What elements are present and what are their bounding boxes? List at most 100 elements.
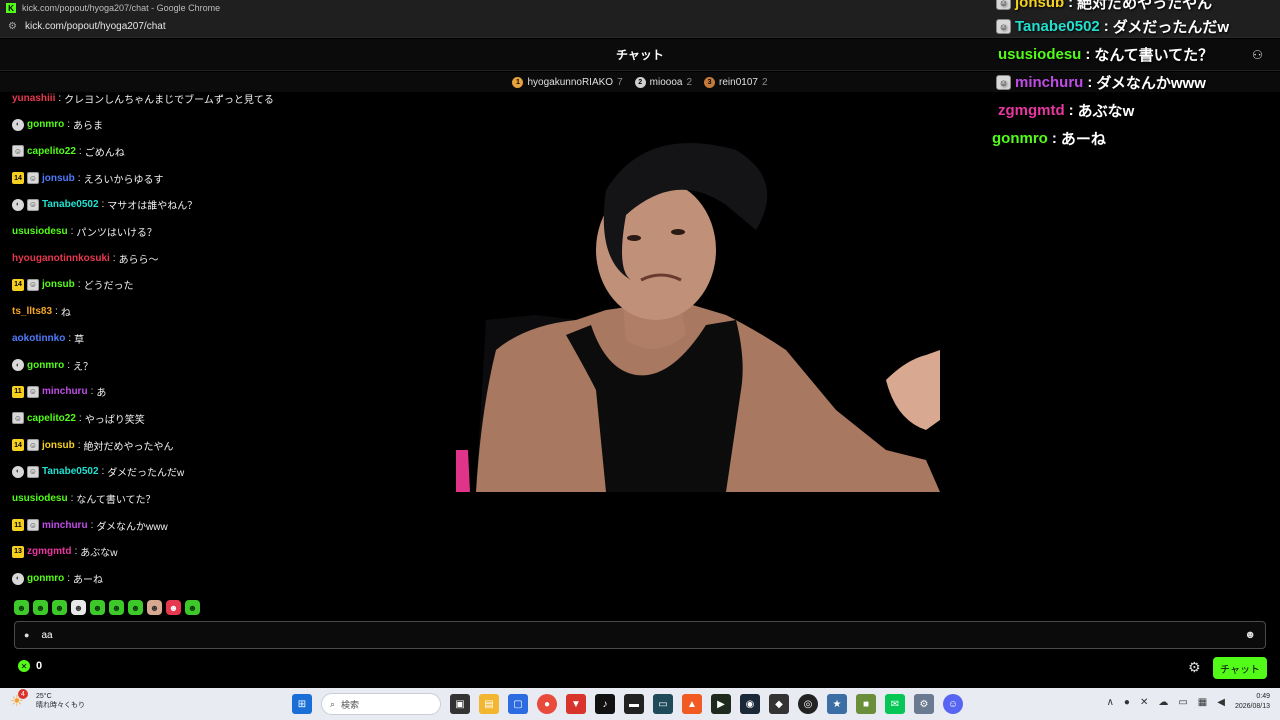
leaderboard-item[interactable]: 3 rein0107 2	[704, 76, 768, 88]
emote-icon[interactable]: ☻	[185, 600, 200, 615]
chat-username[interactable]: Tanabe0502	[42, 199, 99, 210]
shield-icon[interactable]: ●	[24, 630, 29, 640]
emote-bar[interactable]: ☻ ☻ ☻ ☻ ☻ ☻ ☻ ☻ ☻ ☻	[14, 600, 200, 615]
app-icon[interactable]: ▶	[711, 694, 731, 714]
user-settings-icon[interactable]: ⚇	[1252, 48, 1266, 62]
chat-username[interactable]: minchuru	[42, 386, 88, 397]
chat-message[interactable]: ususiodesu: パンツはいける？	[12, 224, 157, 240]
leaderboard-item[interactable]: 2 mioooa 2	[634, 76, 692, 88]
line-icon[interactable]: ✉	[885, 694, 905, 714]
file-explorer-icon[interactable]: ▤	[479, 694, 499, 714]
chat-username[interactable]: hyouganotinnkosuki	[12, 253, 110, 264]
chat-message[interactable]: 11 ☺ minchuru: あ	[12, 384, 106, 400]
chat-username[interactable]: jonsub	[42, 440, 75, 451]
chat-username[interactable]: yunashiii	[12, 93, 55, 104]
app-icon[interactable]: ▼	[566, 694, 586, 714]
brave-icon[interactable]: ▲	[682, 694, 702, 714]
volume-icon[interactable]: ◀	[1217, 697, 1225, 708]
app-icon[interactable]: ▭	[653, 694, 673, 714]
chat-message[interactable]: ☺ capelito22: やっぱり笑笑	[12, 410, 145, 426]
tiktok-icon[interactable]: ♪	[595, 694, 615, 714]
emoji-picker-icon[interactable]: ☻	[1244, 629, 1256, 641]
chat-message[interactable]: 13 zgmgmtd: あぶなw	[12, 544, 117, 560]
chat-username[interactable]: ususiodesu	[12, 493, 68, 504]
microphone-icon[interactable]: ●	[1124, 697, 1130, 708]
emote-icon[interactable]: ☻	[52, 600, 67, 615]
emote-icon[interactable]: ☻	[14, 600, 29, 615]
emote-icon[interactable]: ☻	[166, 600, 181, 615]
chrome-icon[interactable]: ●	[537, 694, 557, 714]
taskbar-search[interactable]: ⌕ 検索	[321, 693, 441, 715]
chat-message[interactable]: ususiodesu: なんて書いてた？	[12, 491, 156, 507]
chat-username[interactable]: aokotinnko	[12, 333, 65, 344]
chat-username[interactable]: ts_llts83	[12, 306, 52, 317]
leaderboard-username[interactable]: mioooa	[650, 77, 683, 88]
weather-widget[interactable]: ☀ 4 25°C 晴れ時々くもり	[10, 689, 85, 710]
app-icon[interactable]: ▬	[624, 694, 644, 714]
url-text[interactable]: kick.com/popout/hyoga207/chat	[25, 21, 166, 32]
chat-message[interactable]: ◐ gonmro: あらま	[12, 117, 103, 133]
leaderboard-item[interactable]: 1 hyogakunnoRIAKO 7	[512, 76, 623, 88]
weather-alert-badge: 4	[18, 689, 28, 699]
chat-message[interactable]: ☺ capelito22: ごめんね	[12, 143, 125, 159]
chat-username[interactable]: jonsub	[42, 279, 75, 290]
emote-icon[interactable]: ☻	[71, 600, 86, 615]
chat-username[interactable]: zgmgmtd	[27, 546, 71, 557]
send-chat-button[interactable]: チャット	[1213, 657, 1267, 679]
discord-icon[interactable]: ☺	[943, 694, 963, 714]
chat-message[interactable]: 14 ☺ jonsub: 絶対だめやったやん	[12, 437, 174, 453]
leaderboard-username[interactable]: hyogakunnoRIAKO	[527, 77, 613, 88]
site-settings-icon[interactable]: ⚙	[8, 21, 17, 32]
chat-username[interactable]: gonmro	[27, 119, 64, 130]
emote-icon[interactable]: ☻	[33, 600, 48, 615]
chat-message[interactable]: 11 ☺ minchuru: ダメなんかwww	[12, 517, 168, 533]
clock[interactable]: 0:49 2026/08/13	[1235, 692, 1270, 712]
chat-message[interactable]: 14 ☺ jonsub: どうだった	[12, 277, 134, 293]
cloud-icon[interactable]: ☁	[1158, 697, 1168, 708]
emote-icon[interactable]: ☻	[147, 600, 162, 615]
chat-username[interactable]: Tanabe0502	[42, 466, 99, 477]
chat-username[interactable]: capelito22	[27, 413, 76, 424]
chat-message[interactable]: yunashiii: クレヨンしんちゃんまじでブームずっと見てる	[12, 90, 274, 106]
chat-username[interactable]: gonmro	[27, 360, 64, 371]
chat-message[interactable]: hyouganotinnkosuki: あらら〜	[12, 250, 159, 266]
chat-message[interactable]: aokotinnko: 草	[12, 330, 84, 346]
channel-points[interactable]: ✕ 0	[18, 660, 42, 672]
settings-icon[interactable]: ⚙	[914, 694, 934, 714]
chat-username[interactable]: gonmro	[27, 573, 64, 584]
task-view-icon[interactable]: ▣	[450, 694, 470, 714]
chat-username[interactable]: capelito22	[27, 146, 76, 157]
emote-icon[interactable]: ☻	[109, 600, 124, 615]
app-tray-icon[interactable]: ✕	[1140, 697, 1148, 708]
chat-message[interactable]: ◐ ☺ Tanabe0502: ダメだったんだw	[12, 464, 184, 480]
chat-username[interactable]: jonsub	[42, 173, 75, 184]
minecraft-icon[interactable]: ■	[856, 694, 876, 714]
app-icon[interactable]: ★	[827, 694, 847, 714]
overlay-chat-message: zgmgmtd: あぶなw	[998, 100, 1134, 121]
app-icon[interactable]: ▢	[508, 694, 528, 714]
chat-username[interactable]: minchuru	[42, 520, 88, 531]
stream-video[interactable]	[456, 120, 940, 492]
subscriber-badge-icon: 11	[12, 385, 24, 398]
steam-icon[interactable]: ◉	[740, 694, 760, 714]
chat-message[interactable]: 14 ☺ jonsub: えろいからゆるす	[12, 170, 164, 186]
chat-username[interactable]: ususiodesu	[12, 226, 68, 237]
emote-icon[interactable]: ☻	[128, 600, 143, 615]
chat-message[interactable]: ◐ ☺ Tanabe0502: マサオは誰やねん？	[12, 197, 197, 213]
network-icon[interactable]: ▦	[1198, 697, 1207, 708]
emote-icon[interactable]: ☻	[90, 600, 105, 615]
mask-badge-icon: ☺	[27, 439, 39, 452]
chat-separator: :	[78, 412, 82, 424]
display-icon[interactable]: ▭	[1178, 697, 1187, 708]
app-icon[interactable]: ◆	[769, 694, 789, 714]
chat-settings-gear-icon[interactable]: ⚙	[1188, 659, 1201, 676]
windows-start-icon[interactable]: ⊞	[292, 694, 312, 714]
chevron-up-icon[interactable]: ∧	[1107, 697, 1114, 708]
chat-input-value[interactable]: aa	[41, 630, 1244, 641]
leaderboard-username[interactable]: rein0107	[719, 77, 758, 88]
chat-message[interactable]: ◐ gonmro: え？	[12, 357, 93, 373]
obs-icon[interactable]: ◎	[798, 694, 818, 714]
chat-input[interactable]: ● aa ☻	[14, 621, 1266, 649]
chat-message[interactable]: ts_llts83: ね	[12, 304, 71, 320]
chat-message[interactable]: ◐ gonmro: あーね	[12, 571, 103, 587]
